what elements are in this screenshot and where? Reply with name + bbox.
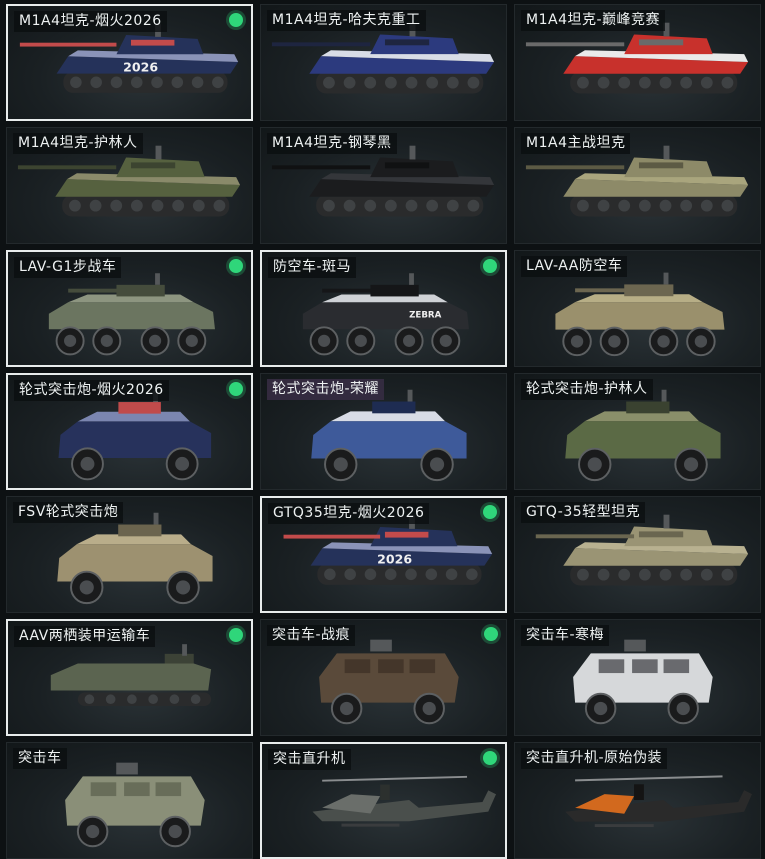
vehicle-name: 防空车-斑马 [268, 257, 357, 278]
vehicle-name: M1A4坦克-护林人 [13, 133, 143, 154]
vehicle-name: 轮式突击炮-荣耀 [267, 379, 385, 400]
vehicle-name: M1A4坦克-钢琴黑 [267, 133, 397, 154]
vehicle-name: M1A4主战坦克 [521, 133, 631, 154]
vehicle-name: GTQ35坦克-烟火2026 [268, 503, 430, 524]
vehicle-card[interactable]: 2026 M1A4坦克-烟火2026 [6, 4, 253, 121]
vehicle-card[interactable]: AAV两栖装甲运输车 [6, 619, 253, 736]
vehicle-card[interactable]: M1A4坦克-哈夫克重工 [260, 4, 507, 121]
vehicle-grid: 2026 M1A4坦克-烟火2026 M1A4坦克-哈夫克重工 M1A4坦克-巅峰竞赛… [6, 4, 761, 859]
vehicle-name: 轮式突击炮-烟火2026 [14, 380, 169, 401]
vehicle-name: 轮式突击炮-护林人 [521, 379, 653, 400]
equipped-indicator-icon [483, 259, 497, 273]
equipped-indicator-icon [229, 13, 243, 27]
vehicle-card[interactable]: 轮式突击炮-荣耀 [260, 373, 507, 490]
vehicle-name: LAV-AA防空车 [521, 256, 628, 277]
equipped-indicator-icon [483, 751, 497, 765]
vehicle-card[interactable]: 2026 GTQ35坦克-烟火2026 [260, 496, 507, 613]
vehicle-card[interactable]: LAV-G1步战车 [6, 250, 253, 367]
vehicle-name: M1A4坦克-哈夫克重工 [267, 10, 426, 31]
vehicle-card[interactable]: M1A4坦克-巅峰竞赛 [514, 4, 761, 121]
vehicle-card[interactable]: 轮式突击炮-烟火2026 [6, 373, 253, 490]
svg-text:2026: 2026 [377, 552, 412, 567]
vehicle-card[interactable]: 突击直升机 [260, 742, 507, 859]
vehicle-card[interactable]: M1A4坦克-护林人 [6, 127, 253, 244]
equipped-indicator-icon [229, 382, 243, 396]
vehicle-card[interactable]: M1A4主战坦克 [514, 127, 761, 244]
svg-text:ZEBRA: ZEBRA [409, 311, 442, 321]
vehicle-card[interactable]: ZEBRA 防空车-斑马 [260, 250, 507, 367]
vehicle-name: 突击直升机 [268, 749, 351, 770]
vehicle-name: 突击车 [13, 748, 67, 769]
vehicle-name: M1A4坦克-巅峰竞赛 [521, 10, 666, 31]
vehicle-card[interactable]: 轮式突击炮-护林人 [514, 373, 761, 490]
vehicle-card[interactable]: 突击车 [6, 742, 253, 859]
equipped-indicator-icon [229, 259, 243, 273]
vehicle-card[interactable]: 突击车-寒梅 [514, 619, 761, 736]
vehicle-name: AAV两栖装甲运输车 [14, 626, 156, 647]
vehicle-name: GTQ-35轻型坦克 [521, 502, 646, 523]
vehicle-name: LAV-G1步战车 [14, 257, 122, 278]
vehicle-name: 突击车-寒梅 [521, 625, 610, 646]
vehicle-card[interactable]: M1A4坦克-钢琴黑 [260, 127, 507, 244]
equipped-indicator-icon [483, 505, 497, 519]
vehicle-card[interactable]: 突击直升机-原始伪装 [514, 742, 761, 859]
vehicle-name: 突击直升机-原始伪装 [521, 748, 668, 769]
equipped-indicator-icon [484, 627, 498, 641]
vehicle-name: M1A4坦克-烟火2026 [14, 11, 167, 32]
vehicle-name: FSV轮式突击炮 [13, 502, 124, 523]
vehicle-card[interactable]: FSV轮式突击炮 [6, 496, 253, 613]
vehicle-card[interactable]: GTQ-35轻型坦克 [514, 496, 761, 613]
svg-text:2026: 2026 [123, 60, 158, 75]
vehicle-card[interactable]: LAV-AA防空车 [514, 250, 761, 367]
vehicle-card[interactable]: 突击车-战痕 [260, 619, 507, 736]
equipped-indicator-icon [229, 628, 243, 642]
vehicle-name: 突击车-战痕 [267, 625, 356, 646]
